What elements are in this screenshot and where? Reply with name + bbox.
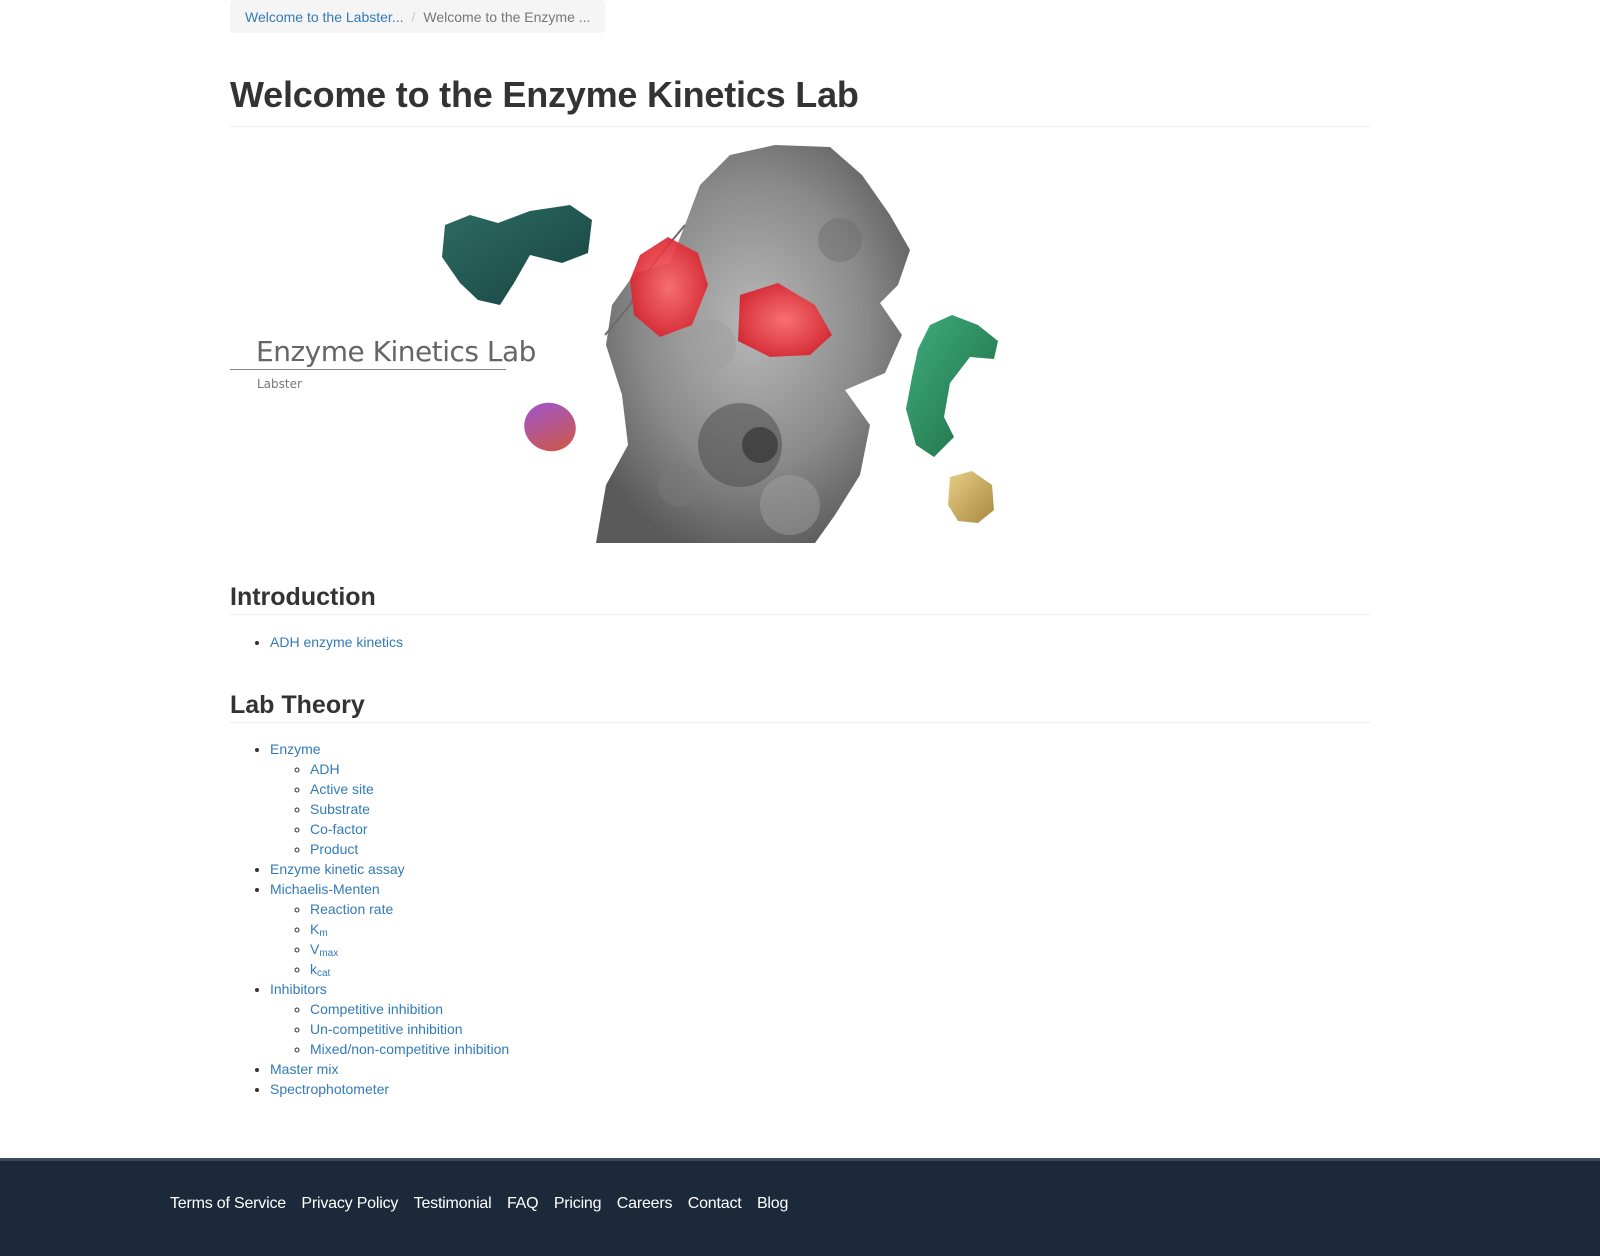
breadcrumb-item-current: Welcome to the Enzyme ... bbox=[423, 9, 591, 25]
link-master-mix[interactable]: Master mix bbox=[270, 1061, 338, 1077]
vmax-sub: max bbox=[319, 948, 339, 959]
hero-subtitle: Labster bbox=[257, 377, 302, 391]
footer-item: Privacy Policy bbox=[301, 1195, 398, 1213]
list-item: Michaelis-Menten Reaction rate Km Vmax k… bbox=[270, 879, 509, 979]
footer-link-blog[interactable]: Blog bbox=[757, 1195, 788, 1212]
breadcrumb: Welcome to the Labster... / Welcome to the… bbox=[230, 0, 606, 33]
footer-item: Blog bbox=[757, 1195, 788, 1213]
km-base: K bbox=[310, 921, 320, 937]
link-inhibitors[interactable]: Inhibitors bbox=[270, 981, 327, 997]
km-sub: m bbox=[319, 928, 328, 939]
footer-links: Terms of Service Privacy Policy Testimon… bbox=[170, 1195, 799, 1213]
breadcrumb-separator: / bbox=[411, 9, 416, 25]
link-reaction-rate[interactable]: Reaction rate bbox=[310, 901, 393, 917]
hero-banner: Enzyme Kinetics Lab Labster bbox=[230, 145, 1030, 543]
list-item: kcat bbox=[310, 959, 509, 979]
site-footer: Terms of Service Privacy Policy Testimon… bbox=[0, 1158, 1600, 1256]
link-co-factor[interactable]: Co-factor bbox=[310, 821, 368, 837]
list-item: ADH bbox=[310, 759, 509, 779]
footer-item: Contact bbox=[688, 1195, 742, 1213]
kcat-sub: cat bbox=[317, 968, 331, 979]
list-item: Co-factor bbox=[310, 819, 509, 839]
footer-item: Pricing bbox=[554, 1195, 602, 1213]
link-kcat[interactable]: kcat bbox=[310, 961, 331, 979]
list-item: Master mix bbox=[270, 1059, 509, 1079]
link-enzyme[interactable]: Enzyme bbox=[270, 741, 321, 757]
footer-link-privacy[interactable]: Privacy Policy bbox=[301, 1195, 398, 1212]
list-item: Enzyme ADH Active site Substrate Co-fact… bbox=[270, 739, 509, 859]
inhibitors-sublist: Competitive inhibition Un-competitive in… bbox=[270, 999, 509, 1059]
footer-link-testimonial[interactable]: Testimonial bbox=[414, 1195, 492, 1212]
link-vmax[interactable]: Vmax bbox=[310, 941, 339, 959]
link-competitive-inhibition[interactable]: Competitive inhibition bbox=[310, 1001, 443, 1017]
list-item: Active site bbox=[310, 779, 509, 799]
vmax-base: V bbox=[310, 941, 320, 957]
link-substrate[interactable]: Substrate bbox=[310, 801, 370, 817]
footer-item: Careers bbox=[617, 1195, 673, 1213]
list-item: Enzyme kinetic assay bbox=[270, 859, 509, 879]
kcat-base: k bbox=[310, 961, 317, 977]
footer-item: Testimonial bbox=[414, 1195, 492, 1213]
footer-link-pricing[interactable]: Pricing bbox=[554, 1195, 602, 1212]
list-item: Reaction rate bbox=[310, 899, 509, 919]
footer-link-faq[interactable]: FAQ bbox=[507, 1195, 539, 1212]
link-mixed-inhibition[interactable]: Mixed/non-competitive inhibition bbox=[310, 1041, 509, 1057]
link-enzyme-kinetic-assay[interactable]: Enzyme kinetic assay bbox=[270, 861, 405, 877]
list-item: ADH enzyme kinetics bbox=[270, 632, 403, 652]
list-item: Substrate bbox=[310, 799, 509, 819]
lab-theory-list: Enzyme ADH Active site Substrate Co-fact… bbox=[230, 739, 509, 1099]
list-item: Competitive inhibition bbox=[310, 999, 509, 1019]
link-product[interactable]: Product bbox=[310, 841, 358, 857]
enzyme-sublist: ADH Active site Substrate Co-factor Prod… bbox=[270, 759, 509, 859]
list-item: Mixed/non-competitive inhibition bbox=[310, 1039, 509, 1059]
footer-link-careers[interactable]: Careers bbox=[617, 1195, 673, 1212]
page-title: Welcome to the Enzyme Kinetics Lab bbox=[230, 74, 1370, 127]
link-adh[interactable]: ADH bbox=[310, 761, 340, 777]
footer-link-terms[interactable]: Terms of Service bbox=[170, 1195, 286, 1212]
link-km[interactable]: Km bbox=[310, 921, 328, 939]
link-michaelis-menten[interactable]: Michaelis-Menten bbox=[270, 881, 380, 897]
footer-item: Terms of Service bbox=[170, 1195, 286, 1213]
main-container: Welcome to the Labster... / Welcome to the… bbox=[230, 0, 1370, 1097]
hero-title: Enzyme Kinetics Lab bbox=[256, 335, 536, 368]
lab-theory-heading: Lab Theory bbox=[230, 691, 1370, 723]
breadcrumb-link-labster[interactable]: Welcome to the Labster... bbox=[245, 9, 404, 25]
list-item: Km bbox=[310, 919, 509, 939]
footer-link-contact[interactable]: Contact bbox=[688, 1195, 742, 1212]
michaelis-menten-sublist: Reaction rate Km Vmax kcat bbox=[270, 899, 509, 979]
breadcrumb-item-labster[interactable]: Welcome to the Labster... bbox=[245, 9, 404, 25]
list-item: Vmax bbox=[310, 939, 509, 959]
list-item: Un-competitive inhibition bbox=[310, 1019, 509, 1039]
footer-item: FAQ bbox=[507, 1195, 539, 1213]
link-un-competitive-inhibition[interactable]: Un-competitive inhibition bbox=[310, 1021, 463, 1037]
list-item: Inhibitors Competitive inhibition Un-com… bbox=[270, 979, 509, 1059]
link-spectrophotometer[interactable]: Spectrophotometer bbox=[270, 1081, 389, 1097]
introduction-heading: Introduction bbox=[230, 583, 1370, 615]
link-adh-enzyme-kinetics[interactable]: ADH enzyme kinetics bbox=[270, 634, 403, 650]
list-item: Spectrophotometer bbox=[270, 1079, 509, 1099]
link-active-site[interactable]: Active site bbox=[310, 781, 374, 797]
introduction-list: ADH enzyme kinetics bbox=[230, 632, 403, 652]
hero-divider bbox=[230, 369, 506, 370]
list-item: Product bbox=[310, 839, 509, 859]
